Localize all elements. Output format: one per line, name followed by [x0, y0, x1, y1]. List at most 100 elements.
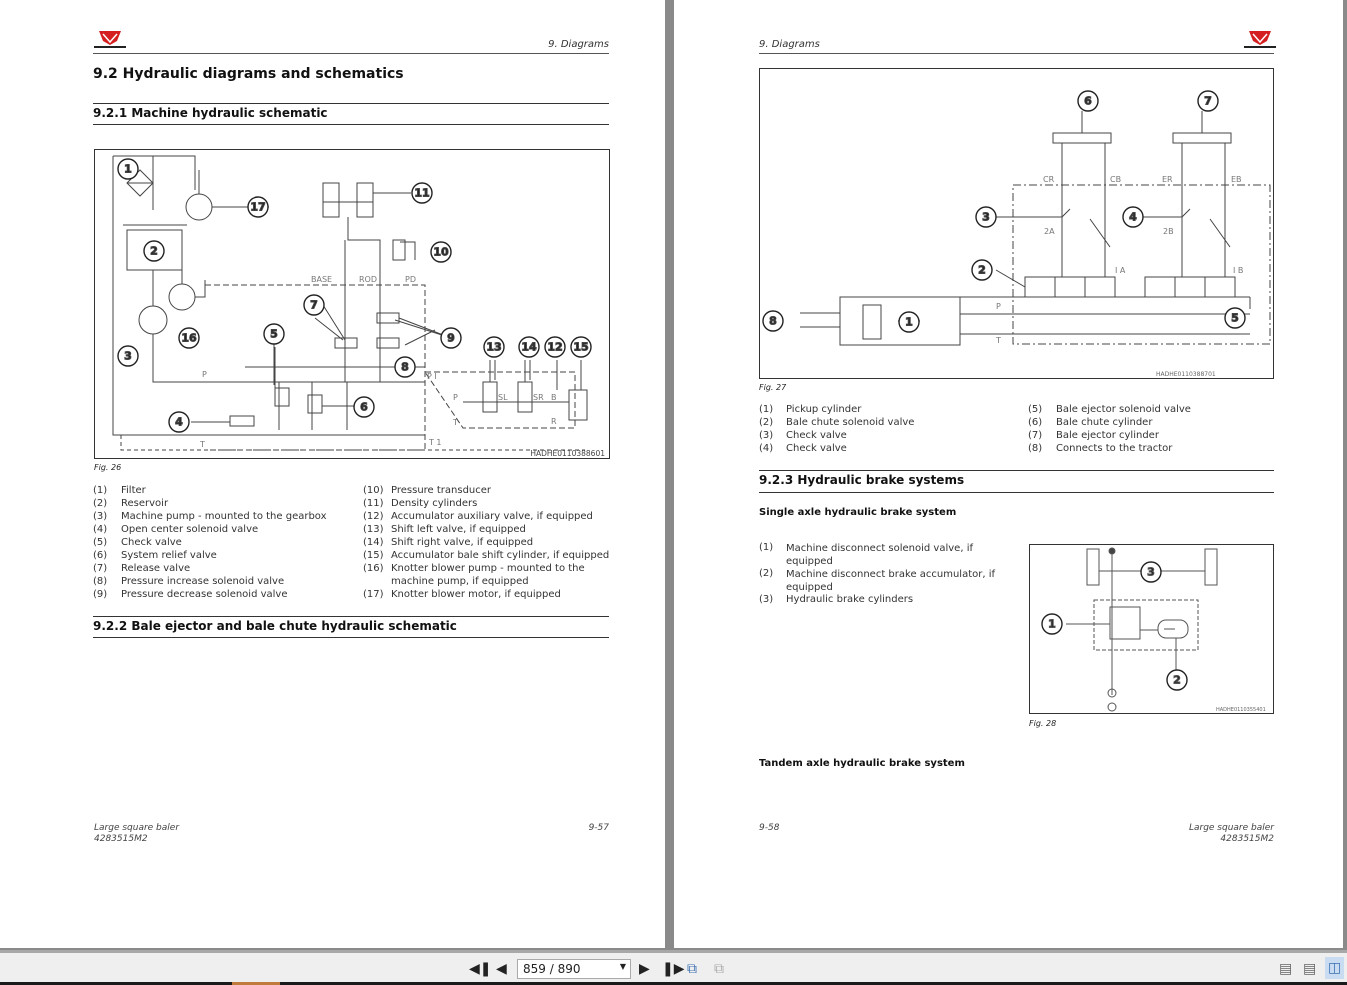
callout-2: 2	[143, 240, 165, 262]
text-label: Filter	[121, 485, 146, 496]
text-label: (3)	[759, 430, 774, 441]
text-label: Accumulator auxiliary valve, if equipped	[391, 511, 593, 522]
text-label: Pressure transducer	[391, 485, 492, 496]
callout-7: 7	[1197, 90, 1219, 112]
callout-6: 6	[1077, 90, 1099, 112]
text-label: Reservoir	[121, 498, 169, 509]
text-label: 3	[124, 350, 132, 363]
single-axle-brake-schematic: HADHE0110355401 1 2 3	[1029, 544, 1274, 714]
prev-page-button[interactable]: ◀	[496, 961, 507, 977]
tandem-axle-heading: Tandem axle hydraulic brake system	[759, 758, 965, 769]
callout-3: 3	[1140, 561, 1162, 583]
continuous-view-icon[interactable]: ▤	[1303, 961, 1316, 977]
text-label: Pickup cylinder	[786, 404, 862, 415]
text-label: (3)	[759, 594, 774, 605]
text-label: 2B	[1163, 227, 1174, 236]
text-label: B	[551, 393, 557, 402]
callout-9: 9	[440, 327, 462, 349]
callout-10: 10	[430, 241, 452, 263]
text-label: (2)	[759, 417, 774, 428]
callout-8: 8	[762, 310, 784, 332]
text-label: Machine disconnect brake accumulator, if…	[786, 569, 996, 593]
text-label: P	[996, 302, 1001, 311]
text-label: 4	[175, 416, 183, 429]
text-label: BASE	[311, 275, 332, 284]
text-label: Release valve	[121, 563, 191, 574]
text-label: 2	[1173, 674, 1181, 687]
running-header: 9. Diagrams	[548, 39, 609, 50]
callout-4: 4	[168, 411, 190, 433]
single-page-view-icon[interactable]: ▤	[1279, 961, 1292, 977]
section-title: 9.2 Hydraulic diagrams and schematics	[93, 66, 404, 82]
callout-1: 1	[117, 158, 139, 180]
first-page-button[interactable]: ◀❚	[469, 961, 492, 977]
text-label: (15)	[363, 550, 384, 561]
next-view-icon[interactable]: ⧉	[714, 961, 724, 977]
text-label: Machine pump - mounted to the gearbox	[121, 511, 327, 522]
text-label: CB	[1110, 175, 1121, 184]
two-page-view-icon[interactable]: ◫	[1325, 957, 1345, 979]
text-label: T 1	[428, 438, 442, 447]
text-label: 2A	[1044, 227, 1055, 236]
text-label: (16)	[363, 563, 384, 574]
text-label: 15	[573, 341, 588, 354]
text-label: Bale ejector solenoid valve	[1056, 404, 1191, 415]
text-label: 2	[978, 264, 986, 277]
text-label: HADHE0110388701	[1156, 371, 1216, 378]
subsection-title: 9.2.3 Hydraulic brake systems	[759, 473, 965, 487]
footer-code: 4283515M2	[1220, 834, 1274, 844]
left-page: 9. Diagrams 9.2 Hydraulic diagrams and s…	[0, 0, 665, 948]
text-label: HADHE0110355401	[1216, 707, 1266, 713]
text-label: P I	[427, 372, 437, 381]
callout-16: 16	[178, 327, 200, 349]
text-label: System relief valve	[121, 550, 217, 561]
text-label: (4)	[93, 524, 108, 535]
figure-code: HADHE0110388601	[530, 449, 605, 458]
text-label: (17)	[363, 589, 384, 600]
text-label: 17	[250, 201, 265, 214]
text-label: 8	[769, 315, 777, 328]
text-label: Open center solenoid valve	[121, 524, 259, 535]
text-label: Bale ejector cylinder	[1056, 430, 1159, 441]
next-page-button[interactable]: ▶	[639, 961, 650, 977]
previous-view-icon[interactable]: ⧉	[687, 961, 697, 977]
text-label: (14)	[363, 537, 384, 548]
text-label: Bale chute solenoid valve	[786, 417, 915, 428]
callout-3: 3	[975, 206, 997, 228]
footer-title: Large square baler	[94, 823, 180, 833]
text-label: (2)	[93, 498, 108, 509]
text-label: 7	[1204, 95, 1212, 108]
text-label: 11	[414, 187, 429, 200]
callout-14: 14	[518, 336, 540, 358]
text-label: (1)	[93, 485, 108, 496]
text-label: (7)	[93, 563, 108, 574]
text-label: 13	[486, 341, 501, 354]
text-label: (13)	[363, 524, 384, 535]
text-label: Density cylinders	[391, 498, 478, 509]
callout-15: 15	[570, 336, 592, 358]
text-label: (2)	[759, 568, 774, 579]
footer-title: Large square baler	[1188, 823, 1274, 833]
text-label: (8)	[93, 576, 108, 587]
text-label: 9	[447, 332, 455, 345]
text-label: Check valve	[121, 537, 182, 548]
callout-4: 4	[1122, 206, 1144, 228]
text-label: 8	[401, 361, 409, 374]
text-label: Pressure decrease solenoid valve	[121, 589, 288, 600]
text-label: (6)	[93, 550, 108, 561]
text-label: machine pump, if equipped	[391, 576, 529, 587]
text-label: CR	[1043, 175, 1055, 184]
page-number-input[interactable]: 859 / 890 ▼	[517, 959, 631, 979]
text-label: 12	[547, 341, 562, 354]
text-label: 3	[1147, 566, 1155, 579]
last-page-button[interactable]: ❚▶	[662, 961, 685, 977]
right-page: 9. Diagrams HADHE0110388701 CR CB ER EB …	[674, 0, 1343, 948]
dropdown-arrow-icon[interactable]: ▼	[620, 962, 626, 971]
text-label: P	[202, 370, 207, 379]
text-label: I B	[1233, 266, 1243, 275]
text-label: SL	[498, 393, 508, 402]
running-header: 9. Diagrams	[759, 39, 820, 50]
text-label: 1	[1048, 618, 1056, 631]
text-label: Pressure increase solenoid valve	[121, 576, 285, 587]
text-label: T	[199, 440, 205, 449]
